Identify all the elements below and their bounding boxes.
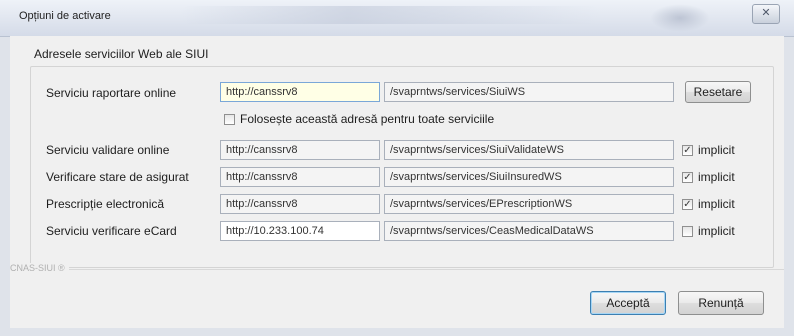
use-for-all-checkbox[interactable] [224,114,235,125]
reset-button[interactable]: Resetare [685,81,751,103]
validare-host-input[interactable]: http://canssrv8 [220,140,380,160]
label-stare-asigurat: Verificare stare de asigurat [46,170,189,184]
footer-brand: CNAS-SIUI ® [10,263,69,273]
prescriptie-host-input[interactable]: http://canssrv8 [220,194,380,214]
window-titlebar: Opțiuni de activare ✕ [0,0,794,37]
asigurat-host-input[interactable]: http://canssrv8 [220,167,380,187]
titlebar-glass [180,6,600,24]
titlebar-glass-right [650,4,710,32]
ecard-implicit-label: implicit [698,224,735,238]
validare-path-input[interactable]: /svaprntws/services/SiuiValidateWS [384,140,674,160]
raportare-path-input[interactable]: /svaprntws/services/SiuiWS [384,82,674,102]
label-raportare-online: Serviciu raportare online [46,86,177,100]
use-for-all-label: Folosește această adresă pentru toate se… [240,112,495,126]
ecard-implicit-checkbox[interactable] [682,226,693,237]
window-title: Opțiuni de activare [19,10,111,22]
group-title: Adresele serviciilor Web ale SIUI [34,47,209,61]
validare-implicit-label: implicit [698,143,735,157]
raportare-host-input[interactable]: http://canssrv8 [220,82,380,102]
asigurat-path-input[interactable]: /svaprntws/services/SiuiInsuredWS [384,167,674,187]
dialog-content: Adresele serviciilor Web ale SIUI Servic… [10,36,784,328]
prescriptie-path-input[interactable]: /svaprntws/services/EPrescriptionWS [384,194,674,214]
ecard-host-input[interactable]: http://10.233.100.74 [220,221,380,241]
label-prescriptie-electronica: Prescripție electronică [46,197,165,211]
cancel-button[interactable]: Renunță [678,291,764,315]
ecard-path-input[interactable]: /svaprntws/services/CeasMedicalDataWS [384,221,674,241]
asigurat-implicit-checkbox[interactable]: ✓ [682,172,693,183]
prescriptie-implicit-checkbox[interactable]: ✓ [682,199,693,210]
footer-separator [10,269,784,270]
label-validare-online: Serviciu validare online [46,143,170,157]
label-verificare-ecard: Serviciu verificare eCard [46,224,177,238]
validare-implicit-checkbox[interactable]: ✓ [682,145,693,156]
close-icon[interactable]: ✕ [752,4,780,24]
accept-button[interactable]: Acceptă [590,291,666,315]
prescriptie-implicit-label: implicit [698,197,735,211]
asigurat-implicit-label: implicit [698,170,735,184]
